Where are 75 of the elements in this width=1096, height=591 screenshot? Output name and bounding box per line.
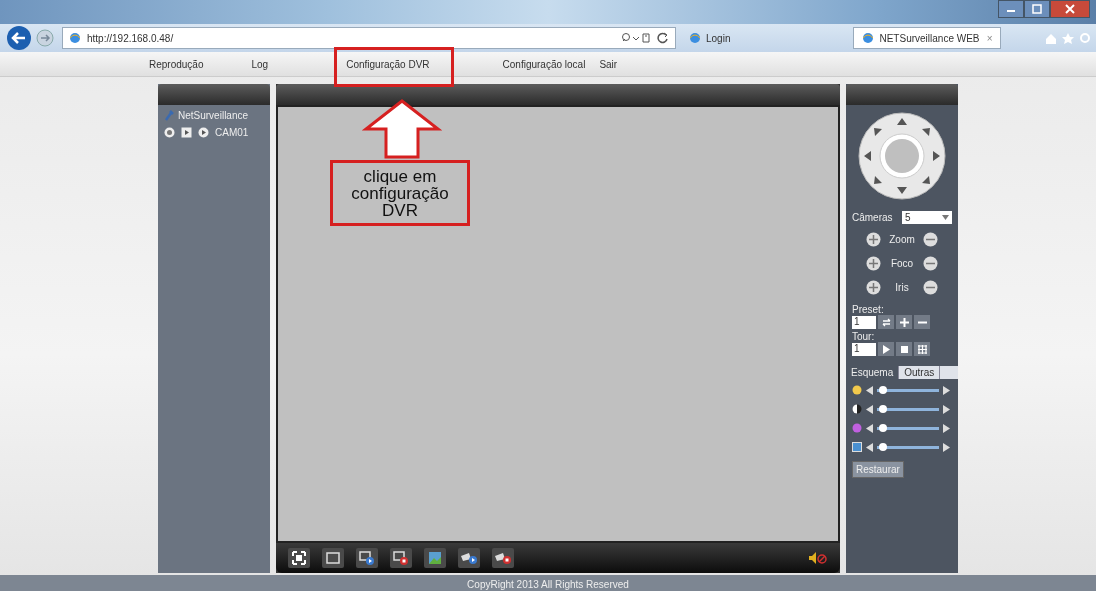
refresh-icon[interactable] — [657, 32, 669, 44]
channel-item[interactable]: CAM01 — [215, 127, 249, 138]
slider[interactable] — [877, 407, 939, 411]
plus-icon[interactable] — [896, 315, 912, 329]
minus-icon[interactable] — [914, 315, 930, 329]
plus-button[interactable] — [866, 280, 881, 295]
forward-icon[interactable] — [36, 29, 54, 47]
caret-icon — [942, 215, 949, 220]
hue-icon — [852, 442, 862, 452]
minimize-icon[interactable] — [998, 0, 1024, 18]
slider-thumb[interactable] — [879, 423, 888, 432]
slider-thumb[interactable] — [879, 385, 888, 394]
maximize-icon[interactable] — [1024, 0, 1050, 18]
monitor-stop-icon[interactable] — [390, 548, 412, 568]
contrast-icon — [852, 404, 862, 414]
browser-tab[interactable]: Login — [680, 27, 740, 49]
slider-thumb[interactable] — [879, 404, 888, 413]
minus-button[interactable] — [923, 232, 938, 247]
browser-tab[interactable]: NETSurveillance WEB × — [853, 27, 1002, 49]
record-icon[interactable] — [164, 127, 175, 138]
plus-button[interactable] — [866, 256, 881, 271]
preset-label: Preset: — [851, 304, 885, 315]
ptz-control-label: Iris — [895, 282, 909, 293]
settings-tab[interactable]: Outras — [899, 366, 941, 379]
swap-icon[interactable] — [878, 315, 894, 329]
cameras-dropdown[interactable]: 5 — [902, 211, 952, 224]
ie-icon — [69, 32, 81, 44]
preset-field[interactable]: 1 — [852, 315, 876, 329]
copyright-text: CopyRight 2013 All Rights Reserved — [467, 579, 629, 591]
annotation-text: clique em — [363, 167, 437, 185]
saturation-icon — [852, 423, 862, 433]
slider[interactable] — [877, 445, 939, 449]
camera-play-icon[interactable] — [458, 548, 480, 568]
image-icon[interactable] — [424, 548, 446, 568]
menu-item[interactable]: Reprodução — [145, 56, 208, 72]
ptz-control-label: Zoom — [889, 234, 915, 245]
brightness-icon — [852, 385, 862, 395]
address-bar[interactable]: http://192.168.0.48/ — [62, 27, 676, 49]
plus-button[interactable] — [866, 232, 881, 247]
minus-button[interactable] — [923, 256, 938, 271]
back-icon[interactable] — [6, 25, 32, 51]
ie-icon — [862, 32, 875, 44]
close-tab-button[interactable]: × — [986, 32, 993, 44]
play-icon[interactable] — [198, 127, 209, 138]
cameras-label: Câmeras — [852, 212, 893, 223]
play-icon[interactable] — [181, 127, 192, 138]
menu-item[interactable]: Log — [247, 56, 273, 72]
mute-icon[interactable] — [808, 551, 828, 565]
camera-stop-icon[interactable] — [492, 548, 514, 568]
menu-item[interactable]: Configuração local — [498, 56, 590, 72]
window-icon[interactable] — [322, 548, 344, 568]
menu-item[interactable]: Sair — [595, 56, 622, 72]
search-icon[interactable] — [621, 32, 651, 44]
minus-button[interactable] — [923, 280, 938, 295]
url-text: http://192.168.0.48/ — [87, 32, 174, 44]
ptz-control-label: Foco — [890, 258, 914, 269]
stop-icon[interactable] — [896, 342, 912, 356]
tour-label: Tour: — [851, 331, 876, 342]
slider[interactable] — [877, 388, 939, 392]
grid-icon[interactable] — [914, 342, 930, 356]
tree-root[interactable]: NetSurveillance — [178, 109, 249, 121]
ie-icon — [689, 32, 701, 44]
fullscreen-icon[interactable] — [288, 548, 310, 568]
tour-field[interactable]: 1 — [852, 342, 876, 356]
monitor-play-icon[interactable] — [356, 548, 378, 568]
close-icon[interactable] — [1050, 0, 1090, 18]
play-icon[interactable] — [878, 342, 894, 356]
slider-thumb[interactable] — [879, 442, 888, 451]
annotation-text: DVR — [382, 201, 418, 219]
slider[interactable] — [877, 426, 939, 430]
ptz-direction-pad[interactable] — [857, 111, 947, 201]
settings-tab[interactable]: Esquema — [846, 366, 900, 379]
wrench-icon — [164, 109, 174, 121]
annotation-text: configuração — [351, 184, 449, 202]
menu-item[interactable]: Configuração DVR — [342, 56, 434, 72]
